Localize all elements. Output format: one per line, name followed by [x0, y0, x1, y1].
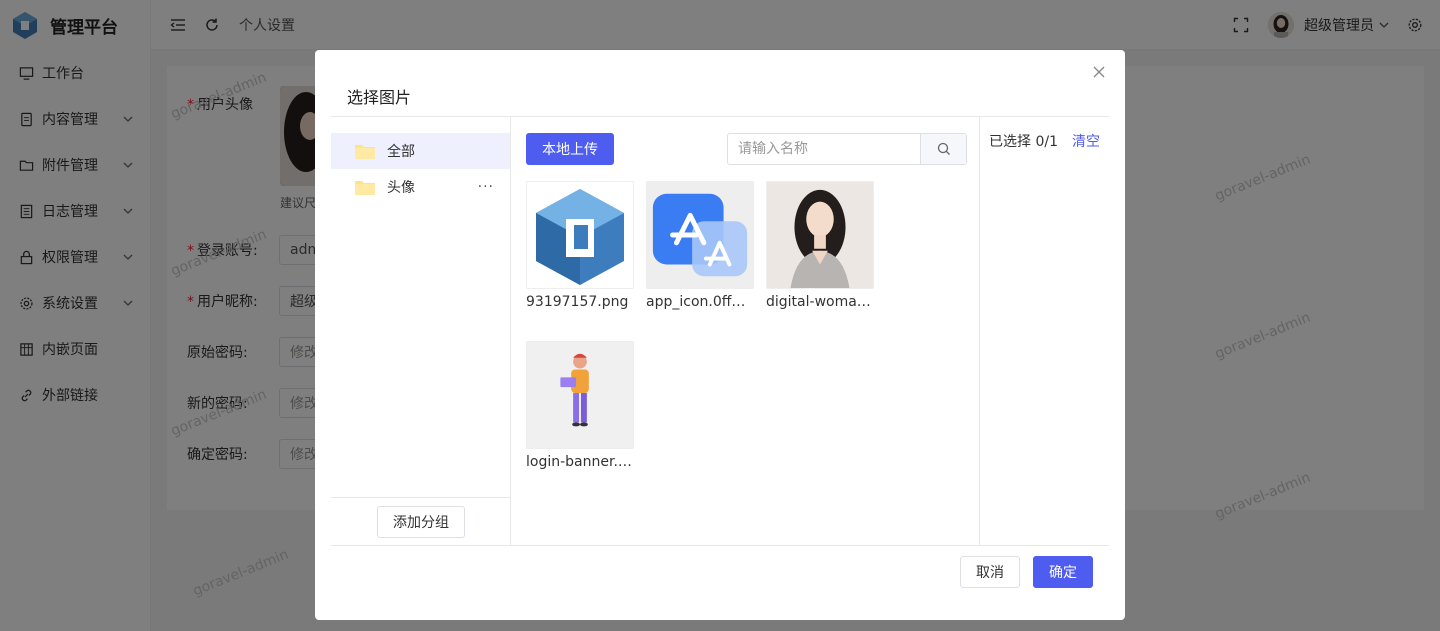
folder-icon: [355, 181, 375, 195]
file-card[interactable]: digital-woma…: [766, 181, 874, 310]
file-thumbnail: [526, 181, 634, 289]
file-card[interactable]: 93197157.png: [526, 181, 634, 310]
dialog-title: 选择图片: [347, 88, 412, 107]
dialog-body: 全部 头像 ··· 添加分组 本地上传 请输入名称 93197157.png a…: [331, 116, 1109, 546]
figure-illustration-image: [527, 342, 633, 448]
group-item-all[interactable]: 全部: [331, 133, 510, 169]
add-group-button[interactable]: 添加分组: [377, 506, 465, 538]
file-name: app_icon.0ff0…: [646, 294, 754, 310]
search-box: [727, 133, 967, 165]
file-thumbnail: [526, 341, 634, 449]
selected-count: 已选择 0/1: [989, 134, 1058, 150]
dialog-footer: 取消 确定: [960, 556, 1093, 588]
group-item-avatar[interactable]: 头像 ···: [331, 169, 510, 205]
file-name: digital-woma…: [766, 294, 871, 310]
file-name: login-banner.…: [526, 454, 632, 470]
select-image-dialog: 选择图片 全部 头像 ··· 添加分组 本地上传 请输入名称 93197157.…: [315, 50, 1125, 620]
file-thumbnail: [646, 181, 754, 289]
group-footer: 添加分组: [331, 497, 511, 546]
file-panel: 本地上传 请输入名称 93197157.png app_icon.0ff0… d…: [512, 117, 980, 546]
logo-cube-image: [536, 189, 624, 285]
file-card[interactable]: login-banner.…: [526, 341, 634, 470]
file-thumbnail: [766, 181, 874, 289]
folder-icon: [355, 145, 375, 159]
portrait-image: [767, 182, 873, 288]
search-button[interactable]: [920, 134, 966, 164]
group-label: 全部: [387, 144, 415, 160]
search-input[interactable]: [728, 134, 920, 164]
clear-button[interactable]: 清空: [1072, 131, 1100, 151]
more-icon[interactable]: ···: [478, 179, 494, 195]
file-name: 93197157.png: [526, 294, 629, 310]
search-icon: [937, 142, 950, 155]
app-store-image: [652, 193, 748, 277]
upload-button[interactable]: 本地上传: [526, 133, 614, 165]
close-icon[interactable]: [1091, 64, 1107, 80]
selected-panel: 已选择 0/1 清空: [981, 117, 1109, 546]
cancel-button[interactable]: 取消: [960, 556, 1020, 588]
file-card[interactable]: app_icon.0ff0…: [646, 181, 754, 310]
group-label: 头像: [387, 180, 415, 196]
confirm-button[interactable]: 确定: [1033, 556, 1093, 588]
group-panel: 全部 头像 ··· 添加分组: [331, 117, 511, 546]
